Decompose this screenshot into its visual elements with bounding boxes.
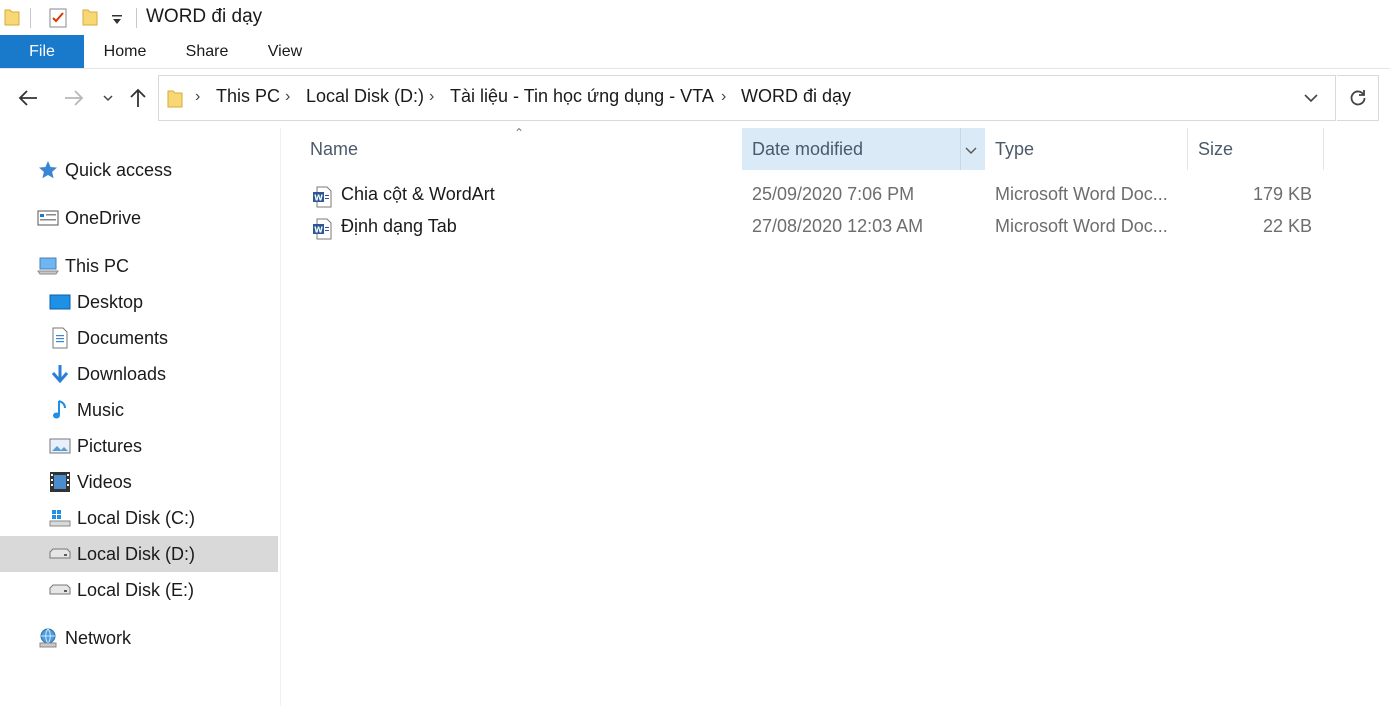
word-doc-icon: W (312, 218, 332, 245)
address-bar[interactable]: › This PC › Local Disk (D:) › Tài liệu -… (158, 75, 1336, 121)
file-name: Định dạng Tab (341, 216, 457, 236)
customize-toolbar-dropdown-icon[interactable] (110, 11, 124, 32)
title-separator (136, 8, 137, 28)
breadcrumb-chevron-icon[interactable]: › (721, 88, 726, 106)
tab-view[interactable]: View (256, 35, 314, 68)
arrow-left-icon (18, 90, 37, 106)
breadcrumb-chevron-icon[interactable]: › (285, 88, 290, 106)
column-header-size[interactable]: Size (1188, 128, 1324, 170)
folder-icon (4, 7, 20, 32)
sidebar-item-documents[interactable]: Documents (0, 320, 278, 356)
breadcrumb-word-di-day[interactable]: WORD đi dạy (741, 86, 851, 107)
breadcrumb-tai-lieu[interactable]: Tài liệu - Tin học ứng dụng - VTA (450, 86, 714, 107)
breadcrumb-local-disk-d[interactable]: Local Disk (D:) (306, 86, 424, 107)
column-header-name[interactable]: Name (300, 128, 740, 170)
back-button[interactable] (14, 84, 42, 112)
arrow-right-icon (65, 90, 84, 106)
arrow-up-icon (130, 88, 146, 107)
file-size: 22 KB (1262, 216, 1312, 236)
file-name: Chia cột & WordArt (341, 184, 495, 204)
file-row[interactable]: W Định dạng Tab 27/08/2020 12:03 AM Micr… (300, 212, 1324, 244)
file-row[interactable]: W Chia cột & WordArt 25/09/2020 7:06 PM … (300, 180, 1324, 212)
refresh-icon (1350, 90, 1365, 106)
new-folder-icon[interactable] (82, 7, 98, 32)
sidebar-item-local-disk-d[interactable]: Local Disk (D:) (0, 536, 278, 572)
windows-drive-icon (49, 507, 71, 529)
ribbon-tabs: File Home Share View (0, 35, 1390, 69)
navigation-pane: Quick access OneDrive This PC Desktop Do… (0, 128, 281, 706)
address-history-dropdown[interactable] (1301, 88, 1323, 110)
star-icon (37, 159, 59, 181)
column-header-date-modified[interactable]: Date modified (742, 128, 985, 170)
column-divider (1323, 128, 1324, 170)
desktop-icon (49, 291, 71, 313)
recent-locations-button[interactable] (96, 84, 120, 112)
file-type: Microsoft Word Doc... (995, 184, 1168, 204)
sidebar-item-network[interactable]: Network (0, 620, 278, 656)
file-size: 179 KB (1252, 184, 1312, 204)
sidebar-item-local-disk-e[interactable]: Local Disk (E:) (0, 572, 278, 608)
file-date: 25/09/2020 7:06 PM (752, 184, 915, 204)
column-divider (960, 128, 961, 170)
network-icon (37, 627, 59, 649)
file-type: Microsoft Word Doc... (995, 216, 1168, 236)
tab-file[interactable]: File (0, 35, 84, 68)
column-header-type[interactable]: Type (985, 128, 1187, 170)
refresh-button[interactable] (1337, 75, 1379, 121)
onedrive-icon (37, 207, 59, 229)
column-filter-dropdown[interactable] (964, 141, 978, 162)
word-doc-icon: W (312, 186, 332, 213)
sidebar-item-pictures[interactable]: Pictures (0, 428, 278, 464)
tab-home[interactable]: Home (92, 35, 158, 68)
svg-text:W: W (314, 225, 323, 234)
title-separator (30, 8, 31, 28)
sidebar-item-quick-access[interactable]: Quick access (0, 152, 278, 188)
computer-icon (37, 255, 59, 277)
chevron-down-icon (103, 95, 113, 102)
title-bar: WORD đi dạy (0, 0, 1390, 35)
drive-icon (49, 543, 71, 565)
drive-icon (49, 579, 71, 601)
sidebar-item-onedrive[interactable]: OneDrive (0, 200, 278, 236)
sidebar-item-music[interactable]: Music (0, 392, 278, 428)
music-icon (49, 399, 71, 421)
sidebar-item-local-disk-c[interactable]: Local Disk (C:) (0, 500, 278, 536)
properties-icon[interactable] (48, 7, 68, 34)
tab-share[interactable]: Share (176, 35, 238, 68)
column-header-date-label: Date modified (752, 139, 864, 159)
documents-icon (49, 327, 71, 349)
chevron-down-icon (1304, 94, 1318, 103)
pictures-icon (49, 435, 71, 457)
folder-icon (167, 87, 183, 114)
breadcrumb-this-pc[interactable]: This PC (216, 86, 280, 107)
sidebar-item-this-pc[interactable]: This PC (0, 248, 278, 284)
download-icon (49, 363, 71, 385)
breadcrumb-chevron-icon[interactable]: › (429, 88, 434, 106)
videos-icon (49, 471, 71, 493)
svg-text:W: W (314, 193, 323, 202)
sidebar-item-downloads[interactable]: Downloads (0, 356, 278, 392)
file-date: 27/08/2020 12:03 AM (752, 216, 924, 236)
breadcrumb-chevron-icon[interactable]: › (195, 88, 200, 106)
up-button[interactable] (124, 84, 152, 112)
window-title: WORD đi dạy (146, 6, 263, 27)
sidebar-item-videos[interactable]: Videos (0, 464, 278, 500)
forward-button[interactable] (60, 84, 88, 112)
sidebar-item-desktop[interactable]: Desktop (0, 284, 278, 320)
chevron-down-icon (965, 147, 977, 154)
